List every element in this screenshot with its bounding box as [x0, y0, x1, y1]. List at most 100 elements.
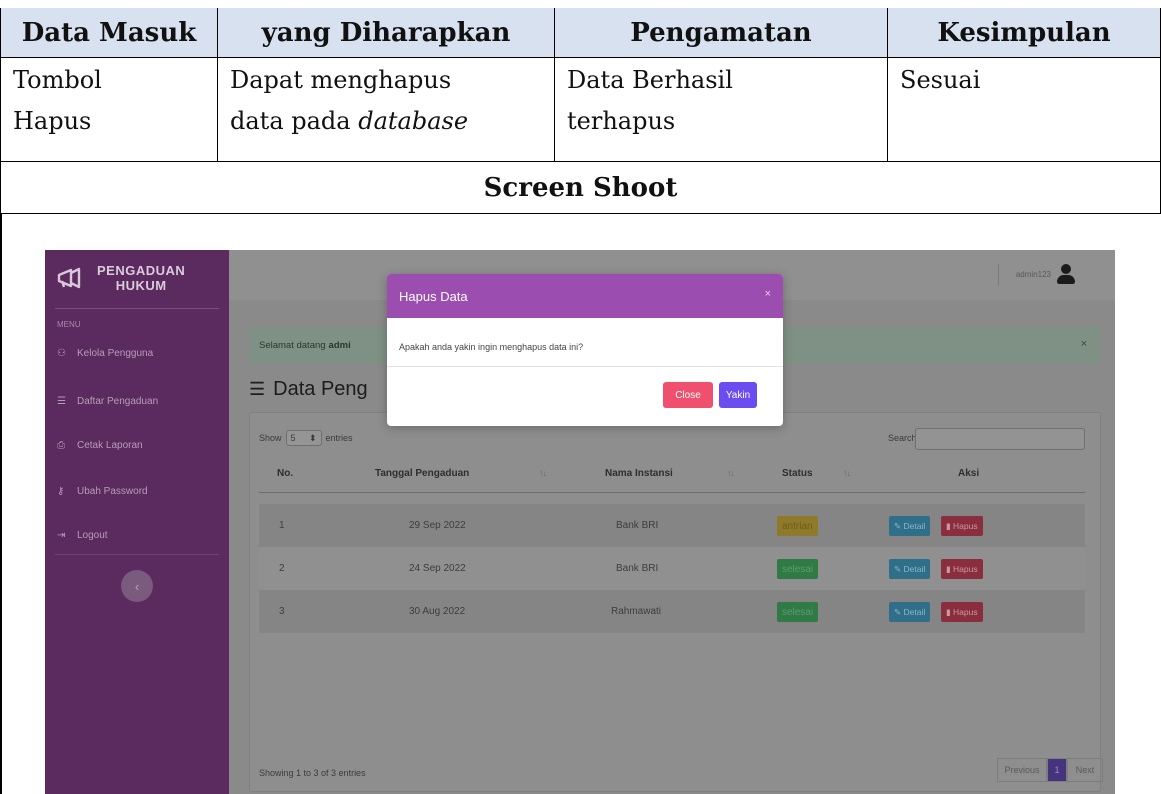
edit-icon: ✎	[894, 563, 904, 574]
show-label: Show	[259, 433, 282, 443]
table-border	[0, 214, 2, 794]
header-data-masuk: Data Masuk	[0, 8, 218, 58]
alert-bold: admi	[328, 339, 351, 351]
users-icon: ⚇	[57, 348, 66, 359]
hapus-label: Hapus	[953, 564, 978, 574]
cell-text-plain: data pada	[230, 107, 359, 135]
sidebar-item-label: Ubah Password	[77, 486, 148, 497]
brand-text: PENGADUAN HUKUM	[97, 263, 185, 293]
detail-label: Detail	[903, 607, 926, 617]
cell-text: Dapat menghapus	[230, 66, 452, 94]
close-icon[interactable]: ×	[765, 288, 771, 300]
detail-button[interactable]: ✎ Detail	[889, 559, 931, 579]
menu-label: MENU	[57, 320, 81, 329]
cell-instansi: Bank BRI	[616, 520, 659, 531]
pagination-previous[interactable]: Previous	[997, 758, 1047, 782]
key-icon: ⚷	[57, 486, 65, 497]
divider	[387, 366, 783, 367]
cell-diharapkan: Dapat menghapus data pada database	[218, 58, 555, 162]
sidebar-item-label: Kelola Pengguna	[77, 348, 154, 359]
pagination-page-1[interactable]: 1	[1047, 758, 1067, 782]
logout-icon: ⇥	[57, 530, 66, 541]
hapus-button[interactable]: ▮ Hapus	[941, 559, 983, 579]
entries-select[interactable]: 5 ⬍	[285, 430, 322, 446]
column-header-tanggal[interactable]: Tanggal Pengaduan	[375, 468, 469, 479]
entries-label: entries	[325, 433, 353, 443]
modal-header: Hapus Data ×	[387, 274, 783, 318]
modal-message: Apakah anda yakin ingin menghapus data i…	[399, 342, 584, 352]
sidebar-item-daftar-pengaduan[interactable]: ☰ Daftar Pengaduan	[57, 396, 158, 407]
header-diharapkan: yang Diharapkan	[218, 8, 555, 58]
cell-text-italic: database	[358, 107, 469, 135]
cell-text: Data Berhasil	[567, 66, 733, 94]
megaphone-icon	[57, 267, 83, 289]
user-name[interactable]: admin123	[1005, 270, 1051, 279]
table-row: 3 30 Aug 2022 Rahmawati selesai ✎ Detail…	[259, 590, 1085, 633]
brand-line: PENGADUAN	[97, 263, 186, 278]
cell-no: 2	[279, 563, 285, 574]
sidebar-item-logout[interactable]: ⇥ Logout	[57, 530, 108, 541]
cell-no: 1	[279, 520, 285, 531]
trash-icon: ▮	[946, 520, 954, 531]
column-header-instansi[interactable]: Nama Instansi	[605, 468, 673, 479]
list-icon: ☰	[57, 396, 66, 407]
divider	[259, 492, 1085, 493]
cell-instansi: Bank BRI	[616, 563, 659, 574]
page-title: ☰ Data Peng	[249, 378, 368, 401]
confirm-delete-modal: Hapus Data × Apakah anda yakin ingin men…	[387, 274, 783, 426]
sidebar-item-label: Cetak Laporan	[77, 440, 143, 451]
close-icon[interactable]: ×	[1081, 338, 1087, 350]
detail-button[interactable]: ✎ Detail	[889, 516, 931, 536]
cell-text: data pada database	[230, 101, 542, 142]
user-icon[interactable]	[1055, 264, 1077, 286]
sidebar-item-kelola-pengguna[interactable]: ⚇ Kelola Pengguna	[57, 348, 153, 359]
hapus-button[interactable]: ▮ Hapus	[941, 602, 983, 622]
sidebar-toggle-button[interactable]: ‹	[121, 570, 153, 602]
app-screenshot: PENGADUAN HUKUM MENU ⚇ Kelola Pengguna ☰ D…	[45, 250, 1115, 794]
status-badge: antrian	[777, 516, 818, 536]
detail-label: Detail	[903, 564, 926, 574]
column-header-aksi: Aksi	[958, 468, 980, 479]
sort-icon: ↑↓	[539, 468, 547, 478]
sidebar-item-label: Daftar Pengaduan	[77, 396, 159, 407]
brand[interactable]: PENGADUAN HUKUM	[57, 258, 221, 298]
detail-label: Detail	[903, 521, 926, 531]
cell-no: 3	[279, 606, 285, 617]
list-icon: ☰	[249, 379, 266, 399]
divider	[998, 264, 999, 286]
hapus-button[interactable]: ▮ Hapus	[941, 516, 983, 536]
search-input[interactable]	[915, 428, 1085, 450]
showing-info: Showing 1 to 3 of 3 entries	[259, 768, 366, 778]
sidebar-item-cetak-laporan[interactable]: ⎙ Cetak Laporan	[57, 440, 143, 451]
close-button[interactable]: Close	[663, 382, 713, 408]
cell-pengamatan: Data Berhasil terhapus	[555, 58, 888, 162]
cell-tanggal: 30 Aug 2022	[409, 606, 466, 617]
pagination-next[interactable]: Next	[1067, 758, 1103, 782]
sidebar-item-label: Logout	[77, 530, 108, 541]
entries-value: 5	[290, 433, 296, 443]
header-pengamatan: Pengamatan	[555, 8, 888, 58]
chevron-updown-icon: ⬍	[308, 432, 317, 443]
divider	[55, 554, 219, 555]
cell-text: Hapus	[13, 107, 92, 135]
column-header-no[interactable]: No.	[277, 468, 293, 479]
modal-title: Hapus Data	[399, 288, 468, 304]
sidebar-item-ubah-password[interactable]: ⚷ Ubah Password	[57, 486, 148, 497]
header-kesimpulan: Kesimpulan	[888, 8, 1161, 58]
cell-instansi: Rahmawati	[611, 606, 662, 617]
trash-icon: ▮	[946, 606, 954, 617]
sort-icon: ↑↓	[727, 468, 735, 478]
hapus-label: Hapus	[953, 521, 978, 531]
entries-control: Show 5 ⬍ entries	[259, 430, 353, 446]
page-title-text: Data Peng	[273, 378, 368, 400]
cell-data-masuk: Tombol Hapus	[0, 58, 218, 162]
column-header-status[interactable]: Status	[782, 468, 813, 479]
confirm-button[interactable]: Yakin	[719, 382, 757, 408]
status-badge: selesai	[777, 559, 819, 579]
detail-button[interactable]: ✎ Detail	[889, 602, 931, 622]
edit-icon: ✎	[894, 606, 904, 617]
cell-text: terhapus	[567, 107, 676, 135]
cell-kesimpulan: Sesuai	[888, 58, 1161, 162]
print-icon: ⎙	[57, 440, 65, 451]
cell-tanggal: 24 Sep 2022	[409, 563, 466, 574]
